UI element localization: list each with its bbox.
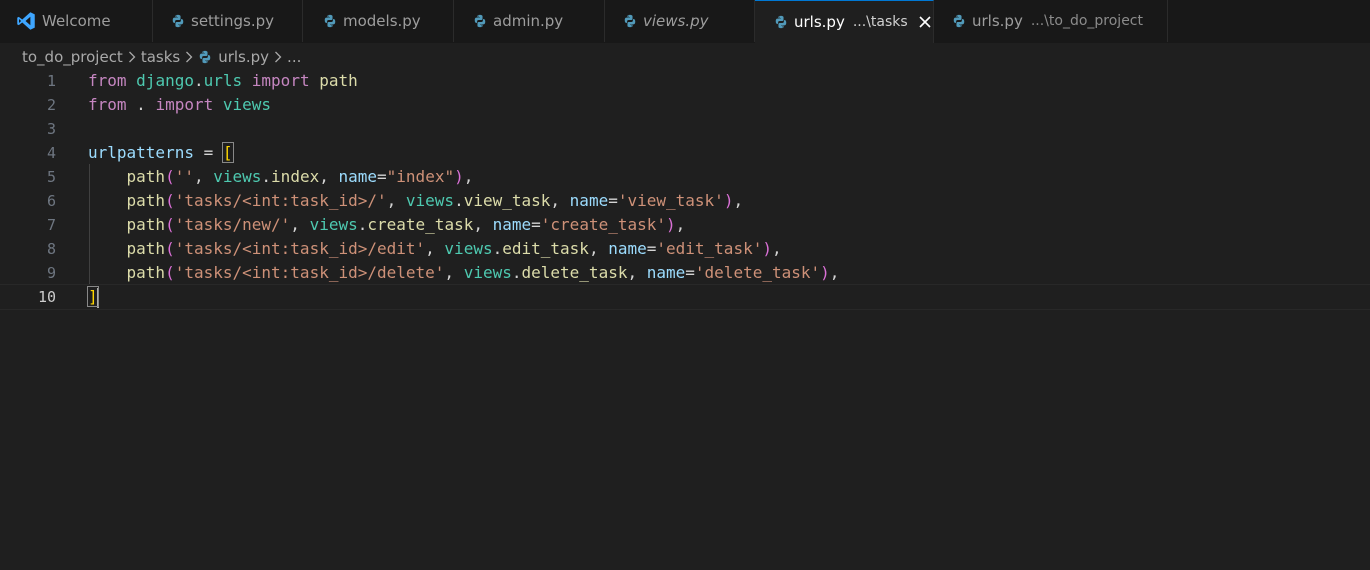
python-icon [324,14,336,28]
tab-admin-py[interactable]: admin.py [454,0,605,42]
code-line-text: ] [87,286,99,308]
code-line[interactable]: 5 path('', views.index, name="index"), [0,165,1370,189]
python-icon [624,14,636,28]
chevron-right-icon [184,50,194,64]
tab-label: models.py [343,12,421,30]
code-line[interactable]: 9 path('tasks/<int:task_id>/delete', vie… [0,261,1370,285]
tab-label: views.py [643,12,709,30]
breadcrumb-item-file[interactable]: urls.py [198,48,269,66]
tab-description: ...\to_do_project [1030,13,1143,29]
tab-urls-py-tasks[interactable]: urls.py ...\tasks [755,0,934,43]
line-number: 8 [46,240,56,258]
vscode-icon [17,12,35,30]
line-number: 2 [46,96,56,114]
code-line-text: path('tasks/new/', views.create_task, na… [126,215,686,234]
line-number: 4 [46,144,56,162]
tab-label: urls.py [972,12,1023,30]
code-line-text: path('tasks/<int:task_id>/edit', views.e… [126,239,782,258]
tab-views-py[interactable]: views.py [605,0,755,42]
breadcrumb-ellipsis[interactable]: ... [287,48,301,66]
close-icon [919,16,931,28]
code-line[interactable]: 8 path('tasks/<int:task_id>/edit', views… [0,237,1370,261]
line-number: 5 [46,168,56,186]
tab-label: urls.py [794,13,845,31]
code-line[interactable]: 2 from . import views [0,93,1370,117]
chevron-right-icon [127,50,137,64]
code-line[interactable]: 6 path('tasks/<int:task_id>/', views.vie… [0,189,1370,213]
code-line[interactable]: 7 path('tasks/new/', views.create_task, … [0,213,1370,237]
tab-urls-py-project[interactable]: urls.py ...\to_do_project [934,0,1168,42]
code-line-text: path('tasks/<int:task_id>/delete', views… [126,263,840,282]
breadcrumb-item-folder[interactable]: tasks [141,48,180,66]
code-line-text: from . import views [88,95,272,114]
text-cursor [96,287,99,308]
code-line-text: urlpatterns = [ [88,142,234,163]
tab-models-py[interactable]: models.py [303,0,454,42]
code-line[interactable]: 4 urlpatterns = [ [0,141,1370,165]
tab-label: Welcome [42,12,111,30]
breadcrumb: to_do_project tasks urls.py ... [0,43,1370,71]
python-icon [474,14,486,28]
line-number: 9 [46,264,56,282]
tab-description: ...\tasks [852,14,908,30]
tab-settings-py[interactable]: settings.py [153,0,303,42]
editor-tab-bar: Welcome settings.py models.py admin.py v… [0,0,1370,44]
breadcrumb-item-project[interactable]: to_do_project [22,48,123,66]
code-line-text: from django.urls import path [88,71,358,90]
code-line[interactable]: 1 from django.urls import path [0,69,1370,93]
tab-welcome[interactable]: Welcome [0,0,153,42]
code-line[interactable]: 3 [0,117,1370,141]
tab-label: admin.py [493,12,564,30]
code-editor[interactable]: 1 from django.urls import path 2 from . … [0,68,1370,570]
python-icon [199,50,211,64]
python-icon [172,14,184,28]
chevron-right-icon [273,50,283,64]
tab-label: settings.py [191,12,274,30]
line-number: 6 [46,192,56,210]
python-icon [953,14,965,28]
code-line-current[interactable]: 10 ] [0,284,1370,310]
breadcrumb-file-label: urls.py [218,48,270,66]
code-line-text: path('', views.index, name="index"), [126,167,474,186]
line-number: 3 [46,120,56,138]
python-icon [775,15,787,29]
line-number: 7 [46,216,56,234]
code-line-text: path('tasks/<int:task_id>/', views.view_… [126,191,744,210]
close-tab-button[interactable] [918,14,933,30]
line-number: 1 [46,72,56,90]
line-number: 10 [37,288,56,306]
